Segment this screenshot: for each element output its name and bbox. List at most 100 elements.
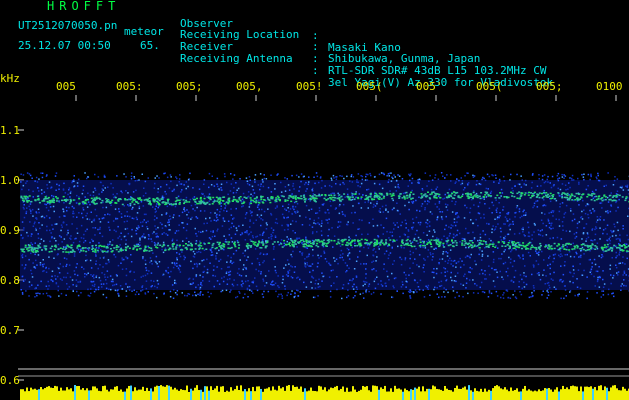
noise-speck (50, 187, 52, 189)
noise-speck (535, 200, 537, 203)
echo-trace-point (178, 244, 181, 246)
noise-bar-segment (118, 390, 120, 400)
noise-speck (115, 283, 118, 286)
noise-speck (386, 175, 388, 177)
noise-speck (532, 295, 534, 297)
echo-trace-point (430, 245, 433, 248)
echo-trace-point (175, 248, 178, 250)
noise-speck (492, 280, 495, 282)
noise-speck (522, 254, 524, 256)
noise-speck (267, 197, 269, 199)
noise-bar-segment (564, 388, 566, 400)
echo-trace-point (76, 247, 79, 249)
noise-bar-segment (24, 391, 26, 400)
echo-trace-point (165, 202, 167, 204)
echo-trace-point (621, 196, 624, 198)
noise-speck (483, 217, 485, 219)
noise-speck (507, 296, 510, 299)
noise-speck (158, 205, 160, 207)
noise-speck (318, 223, 321, 226)
noise-speck (201, 192, 203, 195)
echo-trace-point (484, 194, 487, 196)
noise-speck (502, 175, 505, 178)
noise-bar-segment (102, 386, 104, 400)
noise-speck (60, 236, 62, 238)
noise-speck (233, 174, 236, 176)
noise-speck (327, 209, 329, 211)
noise-speck (195, 294, 197, 297)
noise-speck (196, 251, 198, 254)
noise-speck (510, 173, 512, 176)
echo-trace-point (144, 249, 147, 252)
noise-speck (78, 240, 81, 243)
noise-speck (259, 188, 261, 191)
noise-speck (143, 219, 145, 221)
echo-trace-point (339, 200, 341, 202)
noise-speck (263, 174, 265, 176)
noise-speck (202, 280, 204, 282)
noise-speck (86, 212, 88, 215)
noise-speck (604, 227, 607, 230)
noise-speck (41, 263, 44, 266)
noise-speck (104, 276, 106, 278)
noise-speck (340, 249, 343, 252)
echo-trace-point (419, 244, 422, 247)
noise-speck (63, 257, 66, 259)
echo-trace-point (338, 197, 341, 199)
echo-trace-point (57, 248, 60, 251)
noise-speck (584, 212, 587, 215)
noise-speck (286, 217, 288, 219)
noise-speck (140, 221, 142, 224)
noise-bar-segment (354, 389, 356, 400)
echo-trace-point (466, 193, 469, 195)
noise-speck (372, 225, 375, 227)
noise-speck (142, 275, 144, 277)
noise-speck (200, 231, 202, 233)
noise-speck (52, 280, 54, 283)
noise-speck (500, 188, 503, 191)
noise-speck (590, 239, 592, 242)
noise-speck (86, 218, 89, 220)
noise-bar-segment (234, 389, 236, 400)
noise-speck (411, 226, 413, 229)
noise-speck (427, 284, 430, 287)
noise-bar-segment (168, 385, 170, 400)
noise-speck (321, 234, 323, 237)
noise-speck (274, 188, 276, 190)
echo-trace-point (258, 202, 261, 204)
noise-speck (42, 270, 44, 273)
noise-speck (147, 220, 149, 223)
noise-speck (52, 195, 55, 198)
noise-speck (404, 204, 406, 207)
echo-trace-point (412, 193, 415, 195)
echo-trace-point (562, 246, 565, 248)
noise-speck (268, 270, 270, 272)
noise-speck (463, 264, 465, 266)
noise-speck (52, 228, 54, 230)
noise-speck (32, 196, 34, 198)
noise-speck (261, 239, 264, 241)
noise-speck (117, 289, 119, 291)
noise-speck (339, 175, 341, 177)
noise-speck (22, 229, 25, 231)
noise-speck (220, 202, 223, 204)
noise-speck (593, 275, 595, 278)
echo-trace-point (501, 241, 504, 243)
noise-speck (259, 185, 262, 187)
noise-speck (622, 256, 624, 258)
noise-speck (220, 208, 222, 210)
noise-speck (251, 211, 253, 213)
noise-speck (38, 178, 40, 180)
noise-speck (228, 271, 230, 274)
noise-speck (344, 196, 346, 198)
noise-speck (374, 278, 377, 280)
noise-bar-segment (208, 390, 210, 400)
noise-speck (464, 187, 466, 189)
noise-speck (362, 280, 365, 283)
noise-speck (254, 178, 256, 181)
noise-speck (34, 180, 36, 182)
noise-speck (92, 240, 94, 242)
noise-bar-segment (582, 391, 584, 400)
noise-speck (255, 219, 257, 221)
noise-speck (527, 251, 530, 254)
